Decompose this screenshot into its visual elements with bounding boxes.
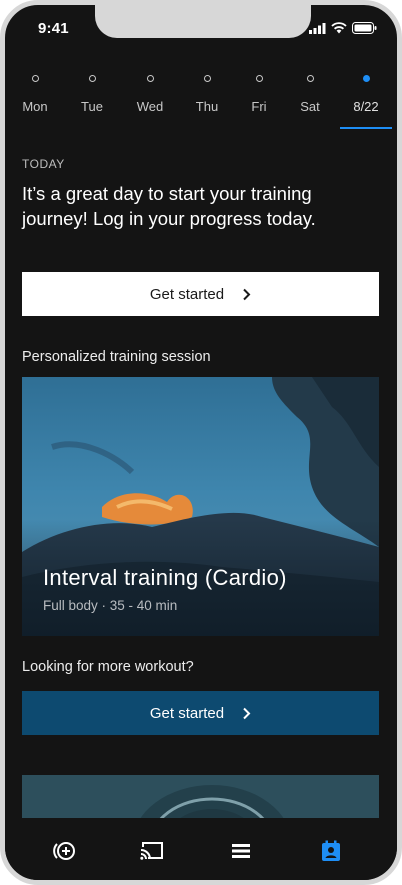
personalized-session-label: Personalized training session (22, 349, 211, 365)
bottom-tab-bar (5, 818, 397, 880)
wifi-icon (331, 22, 347, 34)
status-time: 9:41 (38, 20, 69, 37)
phone-frame: 9:41 Mon Tue Wed Thu Fri Sat 8/22 TODAY … (0, 0, 402, 885)
day-label: Fri (251, 99, 267, 114)
day-dot (88, 75, 96, 82)
day-label: Sat (300, 99, 320, 114)
day-dot (255, 75, 263, 82)
day-label: Thu (195, 99, 219, 114)
day-label: Mon (22, 99, 48, 114)
device-notch (95, 5, 311, 38)
get-started-button[interactable]: Get started (22, 272, 379, 316)
calendar-person-icon (322, 840, 340, 861)
day-thu[interactable]: Thu (182, 75, 232, 114)
chevron-right-icon (243, 707, 251, 719)
tab-cast[interactable] (138, 838, 166, 864)
day-label: Tue (81, 99, 103, 114)
day-dot (31, 75, 39, 82)
day-dot (203, 75, 211, 82)
session-title: Interval training (Cardio) (43, 565, 287, 590)
day-current[interactable]: 8/22 (341, 75, 391, 114)
tab-add-workout[interactable] (50, 838, 78, 864)
today-label: TODAY (22, 157, 65, 171)
battery-icon (352, 22, 377, 34)
more-get-started-label: Get started (149, 704, 225, 722)
tab-calendar[interactable] (317, 838, 345, 864)
week-day-selector: Mon Tue Wed Thu Fri Sat 8/22 (5, 75, 397, 135)
add-circle-icon (53, 842, 75, 860)
day-dot (306, 75, 314, 82)
signal-icon (309, 22, 326, 34)
day-dot (146, 75, 154, 82)
day-dot-selected (362, 75, 370, 82)
tab-list[interactable] (227, 838, 255, 864)
selected-day-indicator (340, 127, 392, 129)
today-headline: It’s a great day to start your training … (22, 183, 316, 229)
day-label: 8/22 (353, 99, 379, 114)
day-fri[interactable]: Fri (234, 75, 284, 114)
session-subtitle: Full body · 35 - 40 min (43, 598, 178, 613)
day-sat[interactable]: Sat (285, 75, 335, 114)
day-mon[interactable]: Mon (10, 75, 60, 114)
cast-icon (140, 842, 163, 861)
chevron-right-icon (243, 288, 251, 300)
status-icons (309, 22, 377, 34)
get-started-label: Get started (149, 285, 225, 303)
day-label: Wed (136, 99, 164, 114)
list-icon (232, 844, 250, 858)
more-get-started-button[interactable]: Get started (22, 691, 379, 735)
day-wed[interactable]: Wed (125, 75, 175, 114)
more-workout-label: Looking for more workout? (22, 659, 194, 675)
training-session-card[interactable]: Interval training (Cardio) Full body · 3… (22, 377, 379, 636)
day-tue[interactable]: Tue (67, 75, 117, 114)
